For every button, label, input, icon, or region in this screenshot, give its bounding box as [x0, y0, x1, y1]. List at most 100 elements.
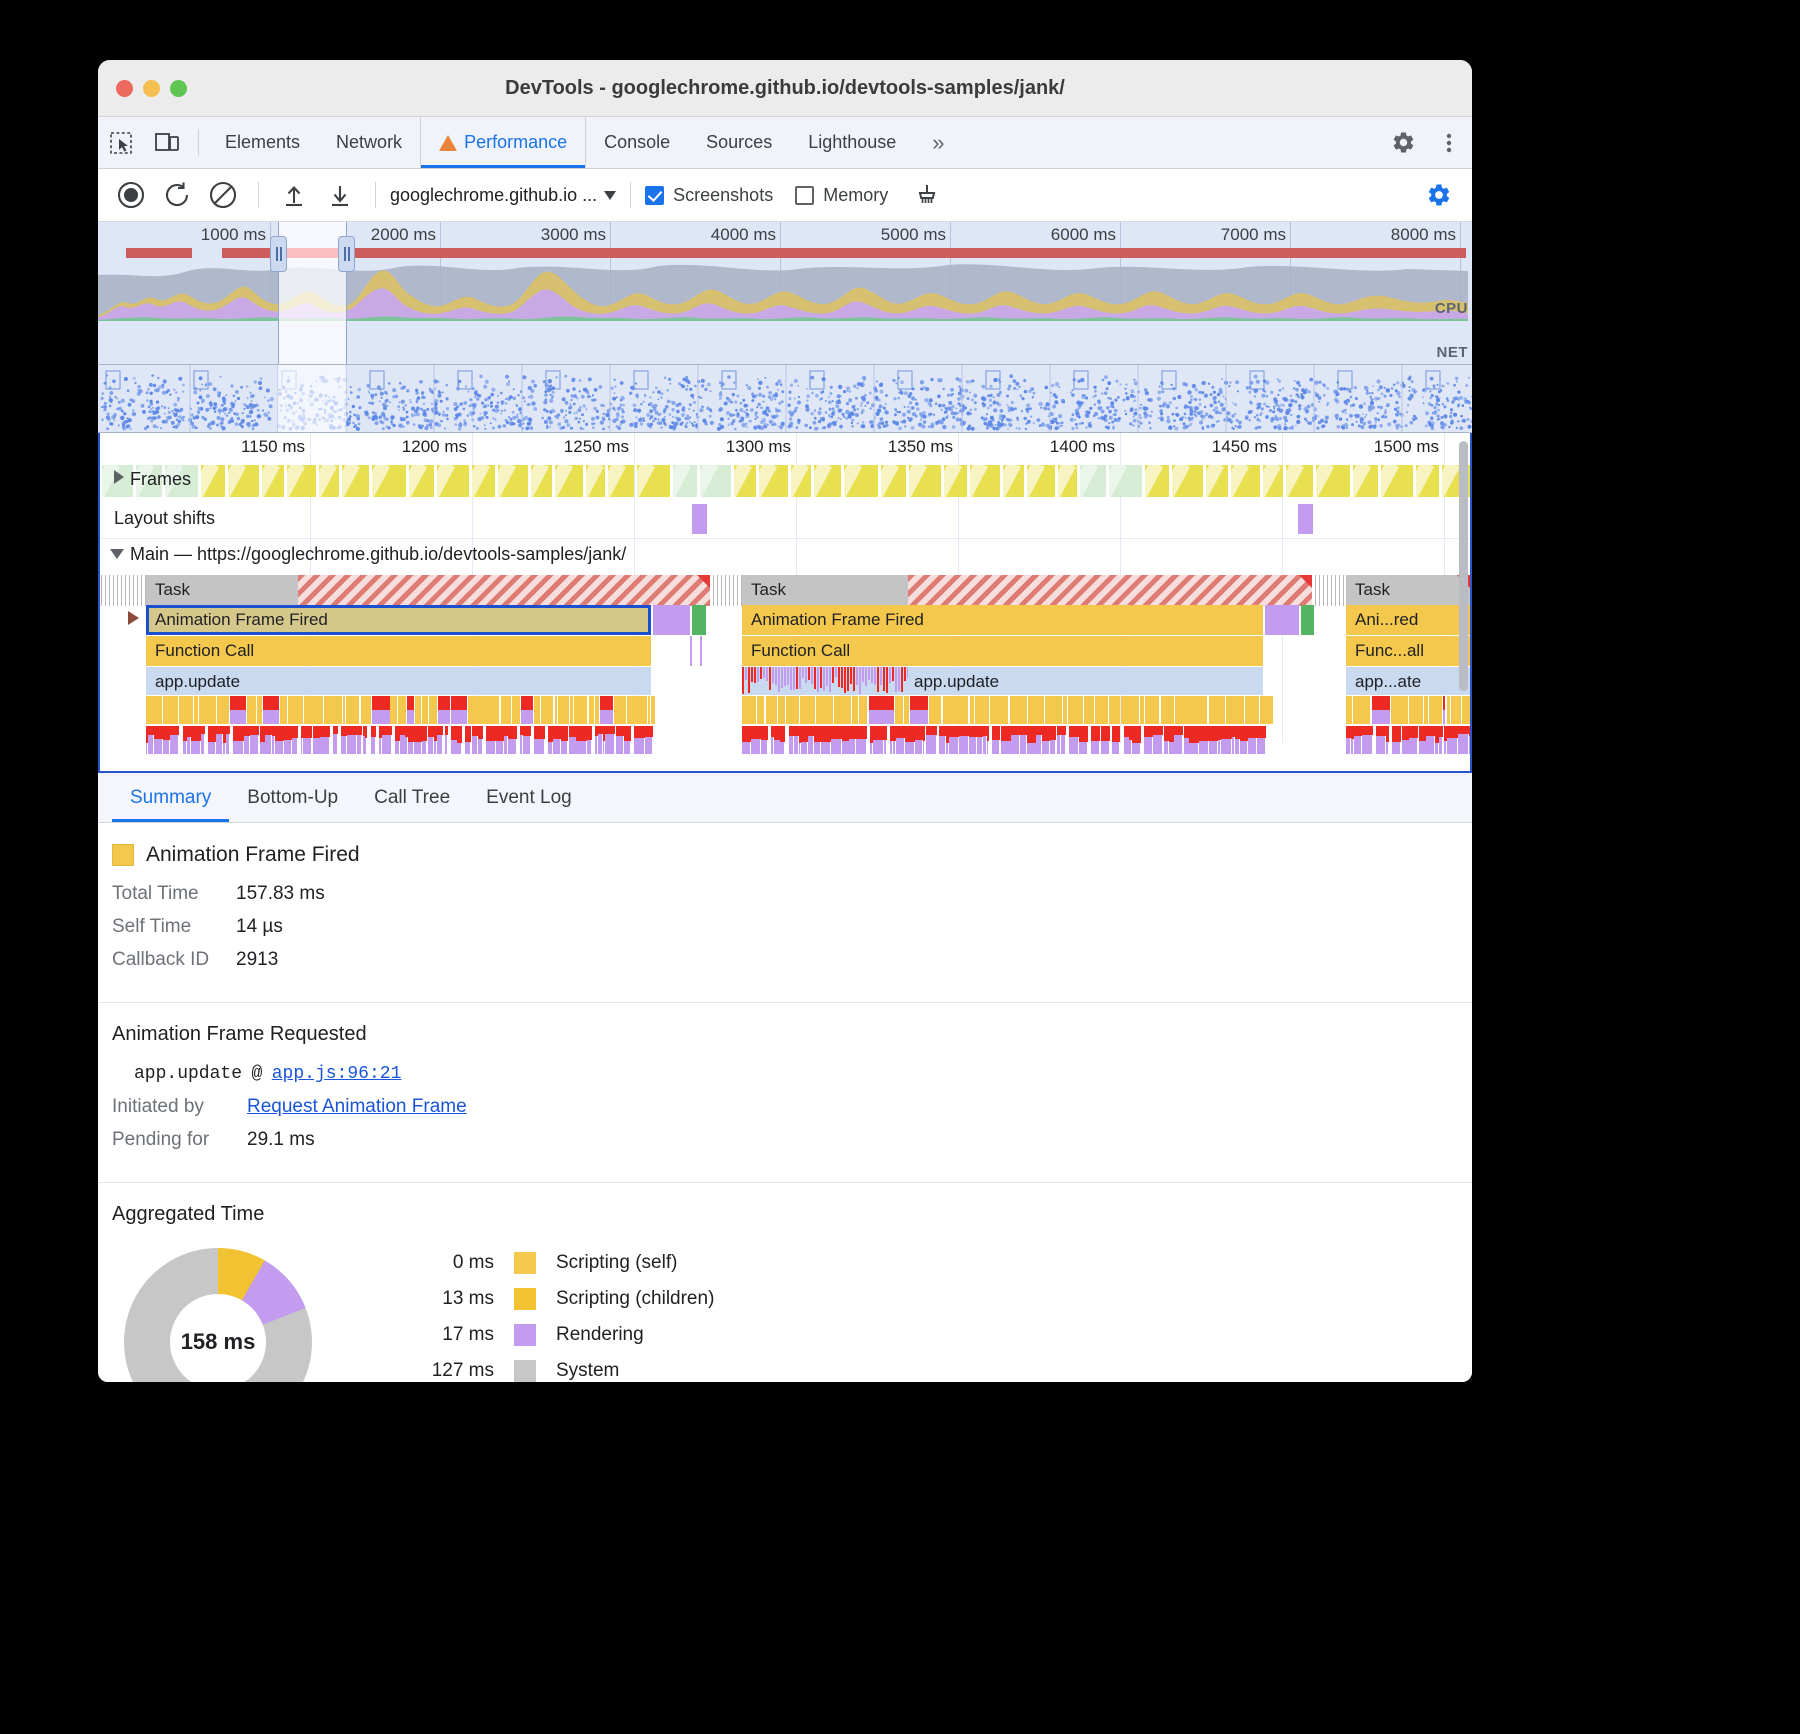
flame-chart[interactable]: 1150 ms 1200 ms 1250 ms 1300 ms 1350 ms …: [98, 433, 1472, 773]
frame-block[interactable]: [844, 465, 878, 497]
frame-block[interactable]: [342, 465, 369, 497]
tab-summary[interactable]: Summary: [112, 773, 229, 822]
frame-block[interactable]: [437, 465, 469, 497]
overview-window-left-handle[interactable]: [270, 236, 287, 272]
track-layout-shifts[interactable]: Layout shifts: [100, 501, 1470, 539]
flame-event-task[interactable]: Task: [146, 575, 298, 606]
frame-block[interactable]: [1058, 465, 1077, 497]
frame-block[interactable]: [909, 465, 941, 497]
timeline-overview[interactable]: 1000 ms 2000 ms 3000 ms 4000 ms 5000 ms …: [98, 222, 1472, 365]
frame-block[interactable]: [1353, 465, 1378, 497]
minimize-window-button[interactable]: [143, 80, 160, 97]
legend-row-rendering[interactable]: 17 ms Rendering: [382, 1324, 714, 1346]
flame-event-task[interactable]: Task: [1346, 575, 1470, 606]
frame-block[interactable]: [1416, 465, 1439, 497]
tab-call-tree[interactable]: Call Tree: [356, 773, 468, 822]
initiated-by-link[interactable]: Request Animation Frame: [247, 1096, 467, 1118]
frame-block[interactable]: [881, 465, 906, 497]
layout-shift-marker[interactable]: [1298, 504, 1313, 534]
flame-event-task[interactable]: Task: [742, 575, 908, 606]
frame-block[interactable]: [409, 465, 434, 497]
frame-block[interactable]: [1286, 465, 1313, 497]
flame-event-animation-frame-fired-selected[interactable]: Animation Frame Fired: [146, 605, 651, 635]
frame-block[interactable]: [1381, 465, 1413, 497]
record-circle-icon[interactable]: [110, 174, 152, 216]
frame-block[interactable]: [1231, 465, 1260, 497]
flame-event-function-call[interactable]: Function Call: [146, 636, 651, 666]
track-frames[interactable]: Frames: [100, 463, 1470, 501]
flame-event-task-long[interactable]: [908, 575, 1312, 606]
device-toolbar-icon[interactable]: [144, 117, 190, 168]
legend-row-scripting-children[interactable]: 13 ms Scripting (children): [382, 1288, 714, 1310]
frame-block[interactable]: [759, 465, 788, 497]
frame-block[interactable]: [586, 465, 605, 497]
frame-block[interactable]: [1145, 465, 1169, 497]
frame-block[interactable]: [287, 465, 316, 497]
screenshots-checkbox[interactable]: Screenshots: [645, 185, 773, 206]
tab-network[interactable]: Network: [318, 117, 420, 168]
tab-lighthouse[interactable]: Lighthouse: [790, 117, 914, 168]
frame-block[interactable]: [814, 465, 841, 497]
collect-garbage-icon[interactable]: [906, 174, 948, 216]
flame-event-painting[interactable]: [1301, 605, 1314, 635]
flame-event-animation-frame-fired[interactable]: Ani...red: [1346, 605, 1470, 635]
frame-block[interactable]: [372, 465, 406, 497]
flame-event-rendering[interactable]: [1265, 605, 1299, 635]
source-location-link[interactable]: app.js:96:21: [272, 1064, 402, 1084]
tab-sources[interactable]: Sources: [688, 117, 790, 168]
frame-block[interactable]: [1172, 465, 1203, 497]
frame-block[interactable]: [531, 465, 552, 497]
maximize-window-button[interactable]: [170, 80, 187, 97]
frame-block[interactable]: [1206, 465, 1228, 497]
frame-block[interactable]: [319, 465, 339, 497]
download-profile-icon[interactable]: [319, 174, 361, 216]
flame-event-app-update[interactable]: app...ate: [1346, 667, 1470, 695]
tab-bottom-up[interactable]: Bottom-Up: [229, 773, 356, 822]
reload-record-icon[interactable]: [156, 174, 198, 216]
frame-block[interactable]: [262, 465, 284, 497]
tab-event-log[interactable]: Event Log: [468, 773, 590, 822]
tab-console[interactable]: Console: [586, 117, 688, 168]
more-tabs-button[interactable]: »: [914, 117, 962, 168]
frame-block[interactable]: [637, 465, 670, 497]
clear-icon[interactable]: [202, 174, 244, 216]
flame-event-function-call[interactable]: Function Call: [742, 636, 1263, 666]
frame-block[interactable]: [970, 465, 1000, 497]
legend-row-scripting-self[interactable]: 0 ms Scripting (self): [382, 1252, 714, 1274]
frame-block[interactable]: [791, 465, 811, 497]
frame-block[interactable]: [1109, 465, 1142, 497]
close-window-button[interactable]: [116, 80, 133, 97]
frame-block[interactable]: [673, 465, 697, 497]
frame-block[interactable]: [555, 465, 583, 497]
tab-performance[interactable]: Performance: [420, 117, 586, 168]
main-flame-rows[interactable]: Task Task Task Animation Frame Fired Ani…: [100, 575, 1470, 755]
frame-block[interactable]: [608, 465, 634, 497]
upload-profile-icon[interactable]: [273, 174, 315, 216]
flame-event-animation-frame-fired[interactable]: Animation Frame Fired: [742, 605, 1263, 635]
flame-event-painting[interactable]: [692, 605, 706, 635]
tab-elements[interactable]: Elements: [207, 117, 318, 168]
frame-block[interactable]: [228, 465, 259, 497]
track-label-frames[interactable]: Frames: [114, 469, 191, 490]
frame-block[interactable]: [498, 465, 528, 497]
filmstrip-track[interactable]: [98, 365, 1472, 433]
frame-block[interactable]: [1080, 465, 1106, 497]
gear-icon[interactable]: [1380, 130, 1426, 155]
frame-block[interactable]: [700, 465, 731, 497]
flame-event-rendering[interactable]: [653, 605, 690, 635]
target-page-select[interactable]: googlechrome.github.io ...: [390, 185, 616, 206]
flame-event-app-update[interactable]: app.update: [146, 667, 651, 695]
frame-block[interactable]: [1316, 465, 1350, 497]
frame-block[interactable]: [1263, 465, 1283, 497]
memory-checkbox[interactable]: Memory: [795, 185, 888, 206]
overview-window-right-handle[interactable]: [338, 236, 355, 272]
track-main-header[interactable]: Main — https://googlechrome.github.io/de…: [100, 539, 1470, 575]
frame-block[interactable]: [944, 465, 967, 497]
frame-block[interactable]: [1003, 465, 1024, 497]
more-vertical-icon[interactable]: [1426, 131, 1472, 155]
track-label-main[interactable]: Main — https://googlechrome.github.io/de…: [110, 544, 626, 565]
flame-event-task-long[interactable]: [298, 575, 710, 606]
capture-settings-gear-icon[interactable]: [1418, 174, 1460, 216]
frame-block[interactable]: [201, 465, 225, 497]
flame-chart-scrollbar[interactable]: [1459, 441, 1468, 691]
